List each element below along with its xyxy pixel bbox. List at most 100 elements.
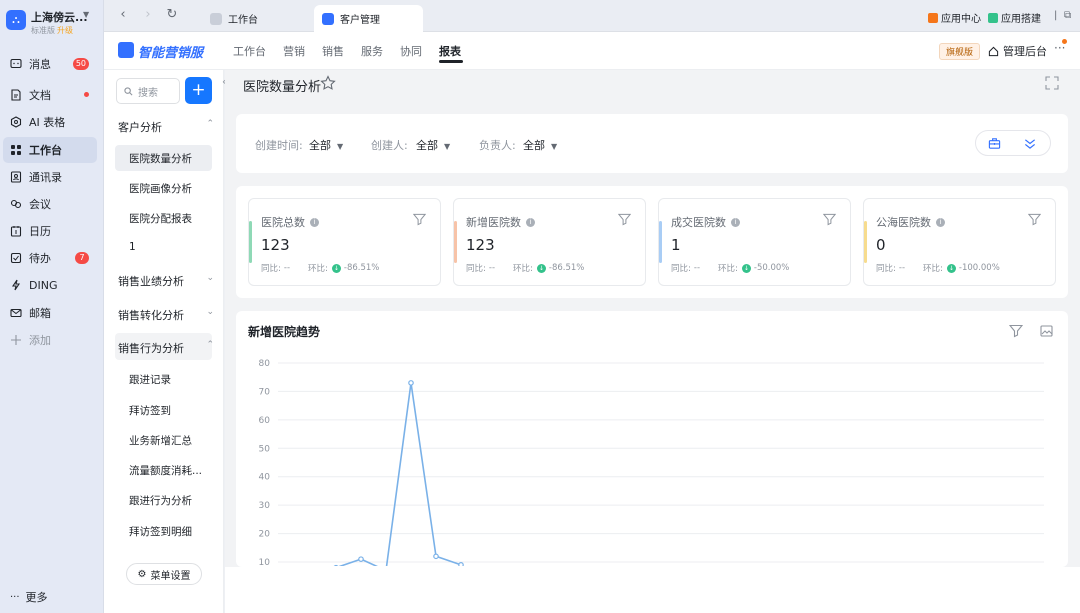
- expand-filters-icon[interactable]: [1023, 137, 1037, 150]
- rail-more[interactable]: ··· 更多: [3, 584, 97, 610]
- tab-crm[interactable]: 客户管理: [314, 5, 423, 32]
- sidebar-item-hospital-count[interactable]: 医院数量分析: [129, 151, 192, 166]
- sidebar-item-hospital-assign[interactable]: 医院分配报表: [129, 211, 192, 226]
- rail-item-docs[interactable]: 文档: [3, 82, 97, 108]
- chart-filter-icon[interactable]: [1009, 324, 1023, 338]
- yoy-label: 同比:: [671, 264, 691, 274]
- mom-value: -50.00%: [753, 263, 790, 273]
- group-customer-analysis[interactable]: 客户分析 ⌃: [118, 119, 214, 135]
- menu-reports[interactable]: 报表: [439, 43, 461, 59]
- rail-item-ai-table[interactable]: AI 表格: [3, 109, 97, 135]
- yoy-value: --: [283, 263, 291, 273]
- page-bottom: [225, 567, 1080, 613]
- app-center-label: 应用中心: [941, 14, 981, 25]
- chevron-up-icon: ⌃: [206, 119, 214, 129]
- filter-owner-label: 负责人:: [479, 139, 516, 152]
- kpi-color-bar: [249, 221, 252, 263]
- kpi-compare: 同比: -- 环比: ↓ -86.51%: [466, 262, 584, 274]
- info-icon[interactable]: i: [526, 217, 535, 227]
- active-menu-underline: [439, 60, 463, 63]
- rail-item-meeting[interactable]: 会议: [3, 191, 97, 217]
- filter-created-time-select[interactable]: 全部 ▼: [309, 137, 343, 153]
- mail-icon: [10, 308, 22, 318]
- kpi-value: 123: [261, 236, 290, 254]
- filter-creator-select[interactable]: 全部 ▼: [416, 137, 450, 153]
- sidebar-item-1[interactable]: 1: [129, 241, 136, 253]
- rail-item-add[interactable]: 添加: [3, 327, 97, 353]
- filter-icon[interactable]: [413, 213, 426, 226]
- menu-service[interactable]: 服务: [361, 43, 383, 59]
- menu-workbench[interactable]: 工作台: [233, 43, 266, 59]
- meeting-icon: [10, 199, 22, 209]
- app-logo-icon: [118, 42, 134, 58]
- sidebar-item-follow-records[interactable]: 跟进记录: [129, 372, 171, 387]
- sidebar-item-visit-detail[interactable]: 拜访签到明细: [129, 524, 192, 539]
- filter-icon[interactable]: [1028, 213, 1041, 226]
- data-point[interactable]: [433, 553, 439, 560]
- app-rail: ⛬ 上海傍云... ▼ 标准版 升级 消息 50 文档 AI 表格 工作台 通讯录…: [0, 0, 104, 613]
- menu-marketing[interactable]: 营销: [283, 43, 305, 59]
- group-sales-behavior[interactable]: 销售行为分析 ⌃: [118, 340, 214, 356]
- org-name[interactable]: 上海傍云...: [31, 9, 88, 25]
- menu-collaboration[interactable]: 协同: [400, 43, 422, 59]
- more-icon: ···: [10, 591, 20, 603]
- menu-sales[interactable]: 销售: [322, 43, 344, 59]
- rail-item-contacts[interactable]: 通讯录: [3, 164, 97, 190]
- add-report-button[interactable]: +: [185, 77, 212, 104]
- search-input[interactable]: 搜索: [116, 78, 180, 104]
- org-logo-icon[interactable]: ⛬: [6, 10, 26, 30]
- kpi-title-text: 医院总数: [261, 216, 305, 229]
- sidebar-item-follow-behavior[interactable]: 跟进行为分析: [129, 493, 192, 508]
- admin-link[interactable]: 管理后台: [988, 43, 1047, 59]
- kpi-value: 123: [466, 236, 495, 254]
- info-icon[interactable]: i: [731, 217, 740, 227]
- yoy-value: --: [693, 263, 701, 273]
- kpi-compare: 同比: -- 环比: ↓ -100.00%: [876, 262, 1000, 274]
- favorite-star-icon[interactable]: [320, 75, 336, 91]
- rail-item-label: DING: [29, 278, 58, 292]
- workbench-icon: [11, 145, 21, 155]
- kpi-value: 1: [671, 236, 681, 254]
- org-upgrade-link[interactable]: 升级: [57, 26, 73, 35]
- mom-value: -100.00%: [958, 263, 1000, 273]
- sidebar-item-business-summary[interactable]: 业务新增汇总: [129, 433, 192, 448]
- rail-item-messages[interactable]: 消息 50: [3, 51, 97, 77]
- rail-item-ding[interactable]: DING: [3, 272, 97, 298]
- refresh-icon[interactable]: ↻: [164, 7, 180, 23]
- split-window-icon[interactable]: ⧉: [1064, 10, 1071, 21]
- rail-item-calendar[interactable]: 日历: [3, 218, 97, 244]
- menu-settings-button[interactable]: ⚙ 菜单设置: [126, 563, 202, 585]
- y-tick-label: 10: [259, 558, 271, 567]
- data-point[interactable]: [358, 556, 364, 562]
- info-icon[interactable]: i: [936, 217, 945, 227]
- filter-icon[interactable]: [618, 213, 631, 226]
- sidebar-item-traffic-quota[interactable]: 流量额度消耗...: [129, 463, 202, 478]
- forward-icon[interactable]: ›: [140, 7, 156, 23]
- tab-workbench[interactable]: 工作台: [202, 5, 306, 32]
- filter-icon[interactable]: [823, 213, 836, 226]
- sidebar-item-hospital-profile[interactable]: 医院画像分析: [129, 181, 192, 196]
- kpi-compare: 同比: -- 环比: ↓ -86.51%: [261, 262, 379, 274]
- org-edition-label: 标准版: [31, 26, 55, 35]
- rail-item-workbench[interactable]: 工作台: [3, 137, 97, 163]
- info-icon[interactable]: i: [310, 217, 319, 227]
- chart-export-image-icon[interactable]: [1040, 324, 1054, 338]
- chevron-up-icon: ⌃: [206, 340, 214, 350]
- app-center-link[interactable]: 应用中心: [928, 10, 981, 25]
- rail-item-todo[interactable]: 待办 7: [3, 245, 97, 271]
- group-sales-conversion[interactable]: 销售转化分析 ⌄: [118, 307, 214, 323]
- app-connect-link[interactable]: 应用搭建: [988, 10, 1041, 25]
- message-icon: [10, 58, 22, 69]
- data-point[interactable]: [408, 380, 414, 386]
- mom-label: 环比:: [308, 264, 328, 274]
- kpi-card-total: 医院总数 i 123 同比: -- 环比: ↓ -86.51%: [248, 198, 441, 286]
- kpi-title-text: 新增医院数: [466, 216, 521, 229]
- org-switch-chevron-icon[interactable]: ▼: [83, 10, 89, 19]
- back-icon[interactable]: ‹: [115, 7, 131, 23]
- fullscreen-icon[interactable]: [1045, 76, 1059, 90]
- group-sales-performance[interactable]: 销售业绩分析 ⌄: [118, 273, 214, 289]
- filter-owner-select[interactable]: 全部 ▼: [523, 137, 557, 153]
- rail-item-mail[interactable]: 邮箱: [3, 300, 97, 326]
- sidebar-item-visit-checkin[interactable]: 拜访签到: [129, 403, 171, 418]
- save-filter-icon[interactable]: [988, 137, 1001, 150]
